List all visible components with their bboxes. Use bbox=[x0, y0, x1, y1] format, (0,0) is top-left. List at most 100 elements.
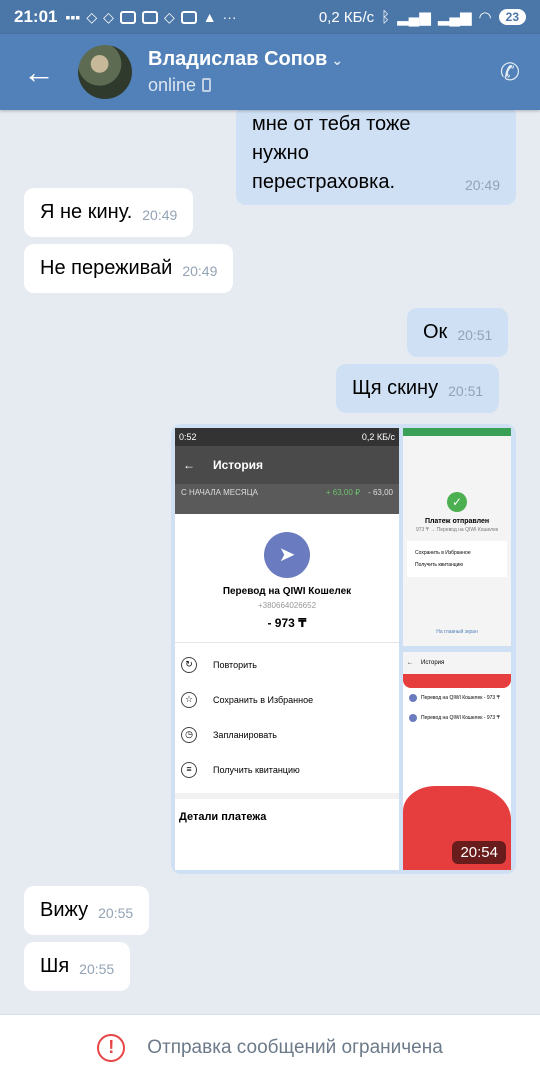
warning-icon: ▲ bbox=[202, 9, 217, 25]
youtube-icon bbox=[141, 10, 158, 24]
transfer-title: Перевод на QIWI Кошелек bbox=[222, 586, 352, 597]
gem-icon: ◇ bbox=[86, 8, 98, 25]
history-row-text: Перевод на QIWI Кошелек - 973 ₸ bbox=[421, 715, 500, 721]
notification-icons: ▪▪▪ ◇ ◇ ◇ ▲ ··· bbox=[65, 9, 236, 26]
message-bubble[interactable]: Шя 20:55 bbox=[24, 942, 131, 991]
summary-minus: - 63,00 bbox=[368, 488, 393, 497]
payment-options: Сохранить в Избранное Получить квитанцию bbox=[407, 541, 507, 577]
messaging-restricted-bar: ! Отправка сообщений ограничена bbox=[0, 1014, 540, 1080]
star-icon: ☆ bbox=[181, 691, 197, 708]
history-row: Перевод на QIWI Кошелек - 973 ₸ bbox=[403, 708, 511, 728]
screenshot-header: ← История bbox=[175, 446, 399, 484]
action-schedule: ◷ Запланировать bbox=[175, 717, 399, 752]
message-text: Шя bbox=[40, 955, 70, 977]
message-bubble[interactable]: Не переживай 20:49 bbox=[24, 244, 234, 293]
action-label: Запланировать bbox=[213, 729, 277, 740]
chat-header: ← Владислав Сопов ⌄ online ✆ bbox=[0, 34, 540, 110]
screenshot-statusbar: 0:52 0,2 КБ/с bbox=[175, 428, 399, 446]
mobile-icon bbox=[202, 78, 212, 92]
message-text: Ок bbox=[423, 321, 448, 343]
screenshot-history-list[interactable]: ← История Перевод на QIWI Кошелек - 973 … bbox=[403, 652, 511, 870]
message-text: Вижу bbox=[40, 899, 89, 921]
back-arrow-icon: ← bbox=[407, 660, 413, 666]
screenshot-header: ← История bbox=[403, 652, 511, 674]
contact-name: Владислав Сопов bbox=[148, 48, 328, 70]
back-arrow-icon[interactable]: ← bbox=[0, 54, 78, 91]
screenshot-payment-sent[interactable]: ✓ Платеж отправлен 973 ₸ → Перевод на QI… bbox=[403, 428, 511, 646]
action-favorite: ☆ Сохранить в Избранное bbox=[175, 682, 399, 717]
action-receipt: ≡ Получить квитанцию bbox=[175, 752, 399, 787]
back-arrow-icon: ← bbox=[183, 458, 195, 472]
message-time: 20:49 bbox=[464, 176, 500, 193]
chat-notification-icon: ▪▪▪ bbox=[65, 9, 81, 25]
message-bubble[interactable]: Ок 20:51 bbox=[407, 308, 509, 357]
screenshot-history[interactable]: 0:52 0,2 КБ/с ← История С НАЧАЛА МЕСЯЦА … bbox=[175, 428, 399, 870]
message-time: 20:51 bbox=[457, 326, 493, 343]
screenshot-time: 0:52 bbox=[179, 432, 197, 442]
refresh-icon: ↻ bbox=[181, 656, 197, 673]
message-list[interactable]: мне от тебя тоже нужно перестраховка. 20… bbox=[0, 110, 540, 1014]
home-link: На главный экран bbox=[436, 629, 478, 635]
summary-label: С НАЧАЛА МЕСЯЦА bbox=[181, 488, 258, 497]
signal-icon: ▂▄▆ bbox=[397, 9, 431, 26]
photo-attachment[interactable]: 0:52 0,2 КБ/с ← История С НАЧАЛА МЕСЯЦА … bbox=[171, 424, 516, 874]
network-speed: 0,2 КБ/с bbox=[318, 8, 375, 26]
history-row: Перевод на QIWI Кошелек - 973 ₸ bbox=[403, 688, 511, 708]
message-time: 20:55 bbox=[79, 960, 115, 977]
option-receipt: Получить квитанцию bbox=[415, 562, 464, 568]
history-row-text: Перевод на QIWI Кошелек - 973 ₸ bbox=[421, 695, 500, 701]
receipt-icon: ≡ bbox=[181, 761, 197, 778]
transfer-phone: +380664026652 bbox=[257, 601, 317, 610]
action-label: Сохранить в Избранное bbox=[213, 694, 314, 705]
message-text: мне от тебя тоже нужно перестраховка. bbox=[252, 113, 411, 193]
message-bubble[interactable]: Щя скину 20:51 bbox=[336, 364, 500, 413]
youtube-icon bbox=[180, 10, 197, 24]
action-label: Повторить bbox=[213, 659, 257, 670]
message-text: Щя скину bbox=[352, 377, 439, 399]
message-text: Не переживай bbox=[40, 257, 173, 279]
message-bubble[interactable]: мне от тебя тоже нужно перестраховка. 20… bbox=[236, 110, 516, 205]
action-label: Получить квитанцию bbox=[213, 764, 300, 775]
contact-info[interactable]: Владислав Сопов ⌄ online bbox=[148, 48, 343, 96]
gem-icon: ◇ bbox=[163, 8, 175, 25]
bluetooth-icon: ᛒ bbox=[381, 8, 391, 26]
transfer-sheet: ➤ Перевод на QIWI Кошелек +380664026652 … bbox=[175, 514, 399, 835]
more-icon: ··· bbox=[222, 9, 237, 25]
payment-sent-subtitle: 973 ₸ → Перевод на QIWI Кошелек bbox=[415, 527, 499, 533]
signal-icon: ▂▄▆ bbox=[437, 9, 472, 26]
checkmark-icon: ✓ bbox=[447, 492, 467, 512]
payment-details-heading: Детали платежа bbox=[175, 793, 399, 835]
screenshot-title: История bbox=[213, 458, 264, 472]
message-time: 20:49 bbox=[142, 206, 178, 223]
phone-call-icon[interactable]: ✆ bbox=[500, 58, 520, 87]
summary-plus: + 63,00 ₽ bbox=[325, 488, 361, 497]
photo-time: 20:54 bbox=[452, 841, 506, 864]
paper-plane-icon: ➤ bbox=[264, 532, 310, 578]
screenshot-summary-row: С НАЧАЛА МЕСЯЦА + 63,00 ₽ - 63,00 bbox=[175, 484, 399, 514]
redaction-mark bbox=[403, 674, 511, 688]
avatar[interactable] bbox=[78, 45, 132, 99]
message-bubble[interactable]: Я не кину. 20:49 bbox=[24, 188, 194, 237]
message-time: 20:55 bbox=[98, 904, 134, 921]
youtube-icon bbox=[119, 10, 136, 24]
qiwi-icon bbox=[409, 694, 417, 702]
message-time: 20:49 bbox=[182, 262, 218, 279]
restricted-text: Отправка сообщений ограничена bbox=[147, 1036, 443, 1058]
message-bubble[interactable]: Вижу 20:55 bbox=[24, 886, 150, 935]
exclamation-icon: ! bbox=[97, 1033, 126, 1062]
status-bar: 21:01 ▪▪▪ ◇ ◇ ◇ ▲ ··· 0,2 КБ/с ᛒ ▂▄▆ ▂▄▆… bbox=[0, 0, 540, 34]
contact-status: online bbox=[148, 75, 197, 95]
gem-icon: ◇ bbox=[103, 8, 114, 25]
payment-sent-title: Платеж отправлен bbox=[424, 518, 490, 525]
battery-icon: 23 bbox=[498, 9, 526, 25]
divider bbox=[175, 642, 399, 643]
option-favorite: Сохранить в Избранное bbox=[415, 550, 471, 556]
screenshot-title: История bbox=[421, 660, 445, 666]
status-time: 21:01 bbox=[14, 7, 58, 26]
message-text: Я не кину. bbox=[40, 201, 133, 223]
screenshot-speed: 0,2 КБ/с bbox=[361, 432, 395, 442]
transfer-amount: - 973 ₸ bbox=[267, 616, 307, 630]
message-time: 20:51 bbox=[448, 382, 484, 399]
screenshot-statusbar bbox=[403, 428, 511, 436]
wifi-icon: ◠ bbox=[478, 9, 492, 26]
